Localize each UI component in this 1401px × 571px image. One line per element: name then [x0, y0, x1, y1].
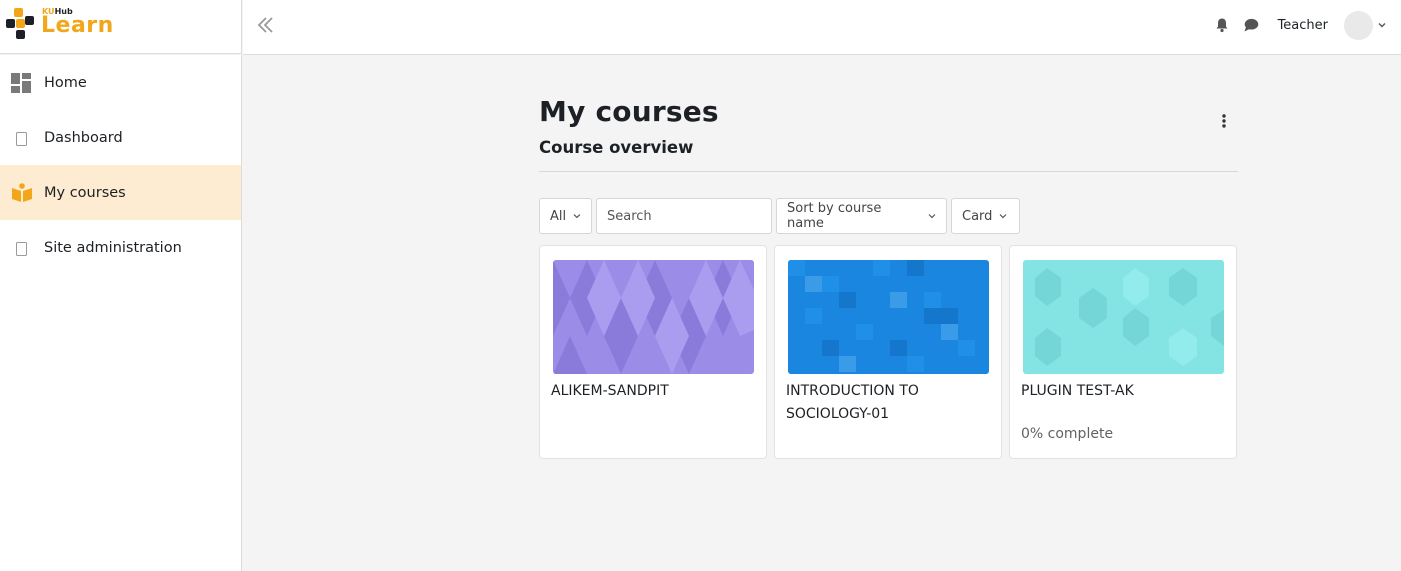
chevron-down-icon: [928, 214, 936, 219]
kebab-menu-icon[interactable]: [1221, 113, 1227, 129]
course-image[interactable]: [553, 260, 754, 374]
grouping-dropdown[interactable]: All: [539, 198, 592, 234]
grouping-value: All: [550, 208, 567, 224]
course-filters: All Search Sort by course name Card: [539, 198, 1024, 234]
diamond-pattern-image: [553, 260, 754, 374]
site-logo[interactable]: KUHub Learn: [0, 0, 242, 54]
course-progress: 0% complete: [1021, 426, 1114, 442]
chevron-down-icon: [573, 214, 581, 219]
sidebar-item-my-courses[interactable]: My courses: [0, 165, 241, 220]
course-name[interactable]: PLUGIN TEST-AK: [1021, 380, 1231, 403]
page-icon: [16, 131, 27, 146]
chevron-down-icon: [999, 214, 1007, 219]
section-title: Course overview: [539, 138, 694, 157]
hexagon-pattern-image: [1023, 260, 1224, 374]
search-input[interactable]: Search: [596, 198, 772, 234]
double-chevron-left-icon: [257, 17, 273, 33]
course-cards: ALIKEM-SANDPIT INTRODUCTION TO SOCIOLOGY…: [539, 245, 1244, 459]
view-dropdown[interactable]: Card: [951, 198, 1020, 234]
square-pattern-image: [788, 260, 989, 374]
course-image[interactable]: [788, 260, 989, 374]
sidebar-item-label: Site administration: [44, 239, 182, 256]
kuhub-logo-icon: [6, 8, 34, 39]
top-navbar: Teacher: [243, 0, 1401, 55]
chevron-down-icon[interactable]: [1377, 20, 1387, 30]
sidebar-item-dashboard[interactable]: Dashboard: [0, 110, 241, 165]
sidebar-item-label: Home: [44, 74, 87, 91]
sidebar-item-site-administration[interactable]: Site administration: [0, 220, 241, 275]
chat-icon[interactable]: [1243, 17, 1259, 33]
sort-dropdown[interactable]: Sort by course name: [776, 198, 947, 234]
view-value: Card: [962, 208, 993, 224]
search-placeholder: Search: [607, 208, 652, 224]
sidebar-item-label: My courses: [44, 184, 126, 201]
sidebar-item-label: Dashboard: [44, 129, 123, 146]
sidebar-item-home[interactable]: Home: [0, 55, 241, 110]
page-icon: [16, 241, 27, 256]
course-card[interactable]: PLUGIN TEST-AK 0% complete: [1009, 245, 1237, 459]
course-name[interactable]: INTRODUCTION TO SOCIOLOGY-01: [786, 380, 996, 426]
collapse-drawer-button[interactable]: [255, 13, 277, 37]
avatar[interactable]: [1344, 10, 1373, 40]
course-image[interactable]: [1023, 260, 1224, 374]
dashboard-grid-icon: [11, 72, 31, 93]
course-card[interactable]: INTRODUCTION TO SOCIOLOGY-01: [774, 245, 1002, 459]
sidebar-nav: Home Dashboard My courses Site administr…: [0, 55, 242, 571]
course-card[interactable]: ALIKEM-SANDPIT: [539, 245, 767, 459]
sort-value: Sort by course name: [787, 201, 882, 231]
main-content: My courses Course overview All Search So…: [539, 95, 1239, 459]
course-name[interactable]: ALIKEM-SANDPIT: [551, 380, 761, 403]
logo-title: Learn: [41, 13, 114, 38]
open-book-icon: [12, 182, 32, 202]
page-title: My courses: [539, 95, 719, 128]
bell-icon[interactable]: [1214, 17, 1230, 33]
divider: [539, 171, 1238, 172]
user-name[interactable]: Teacher: [1278, 18, 1328, 33]
